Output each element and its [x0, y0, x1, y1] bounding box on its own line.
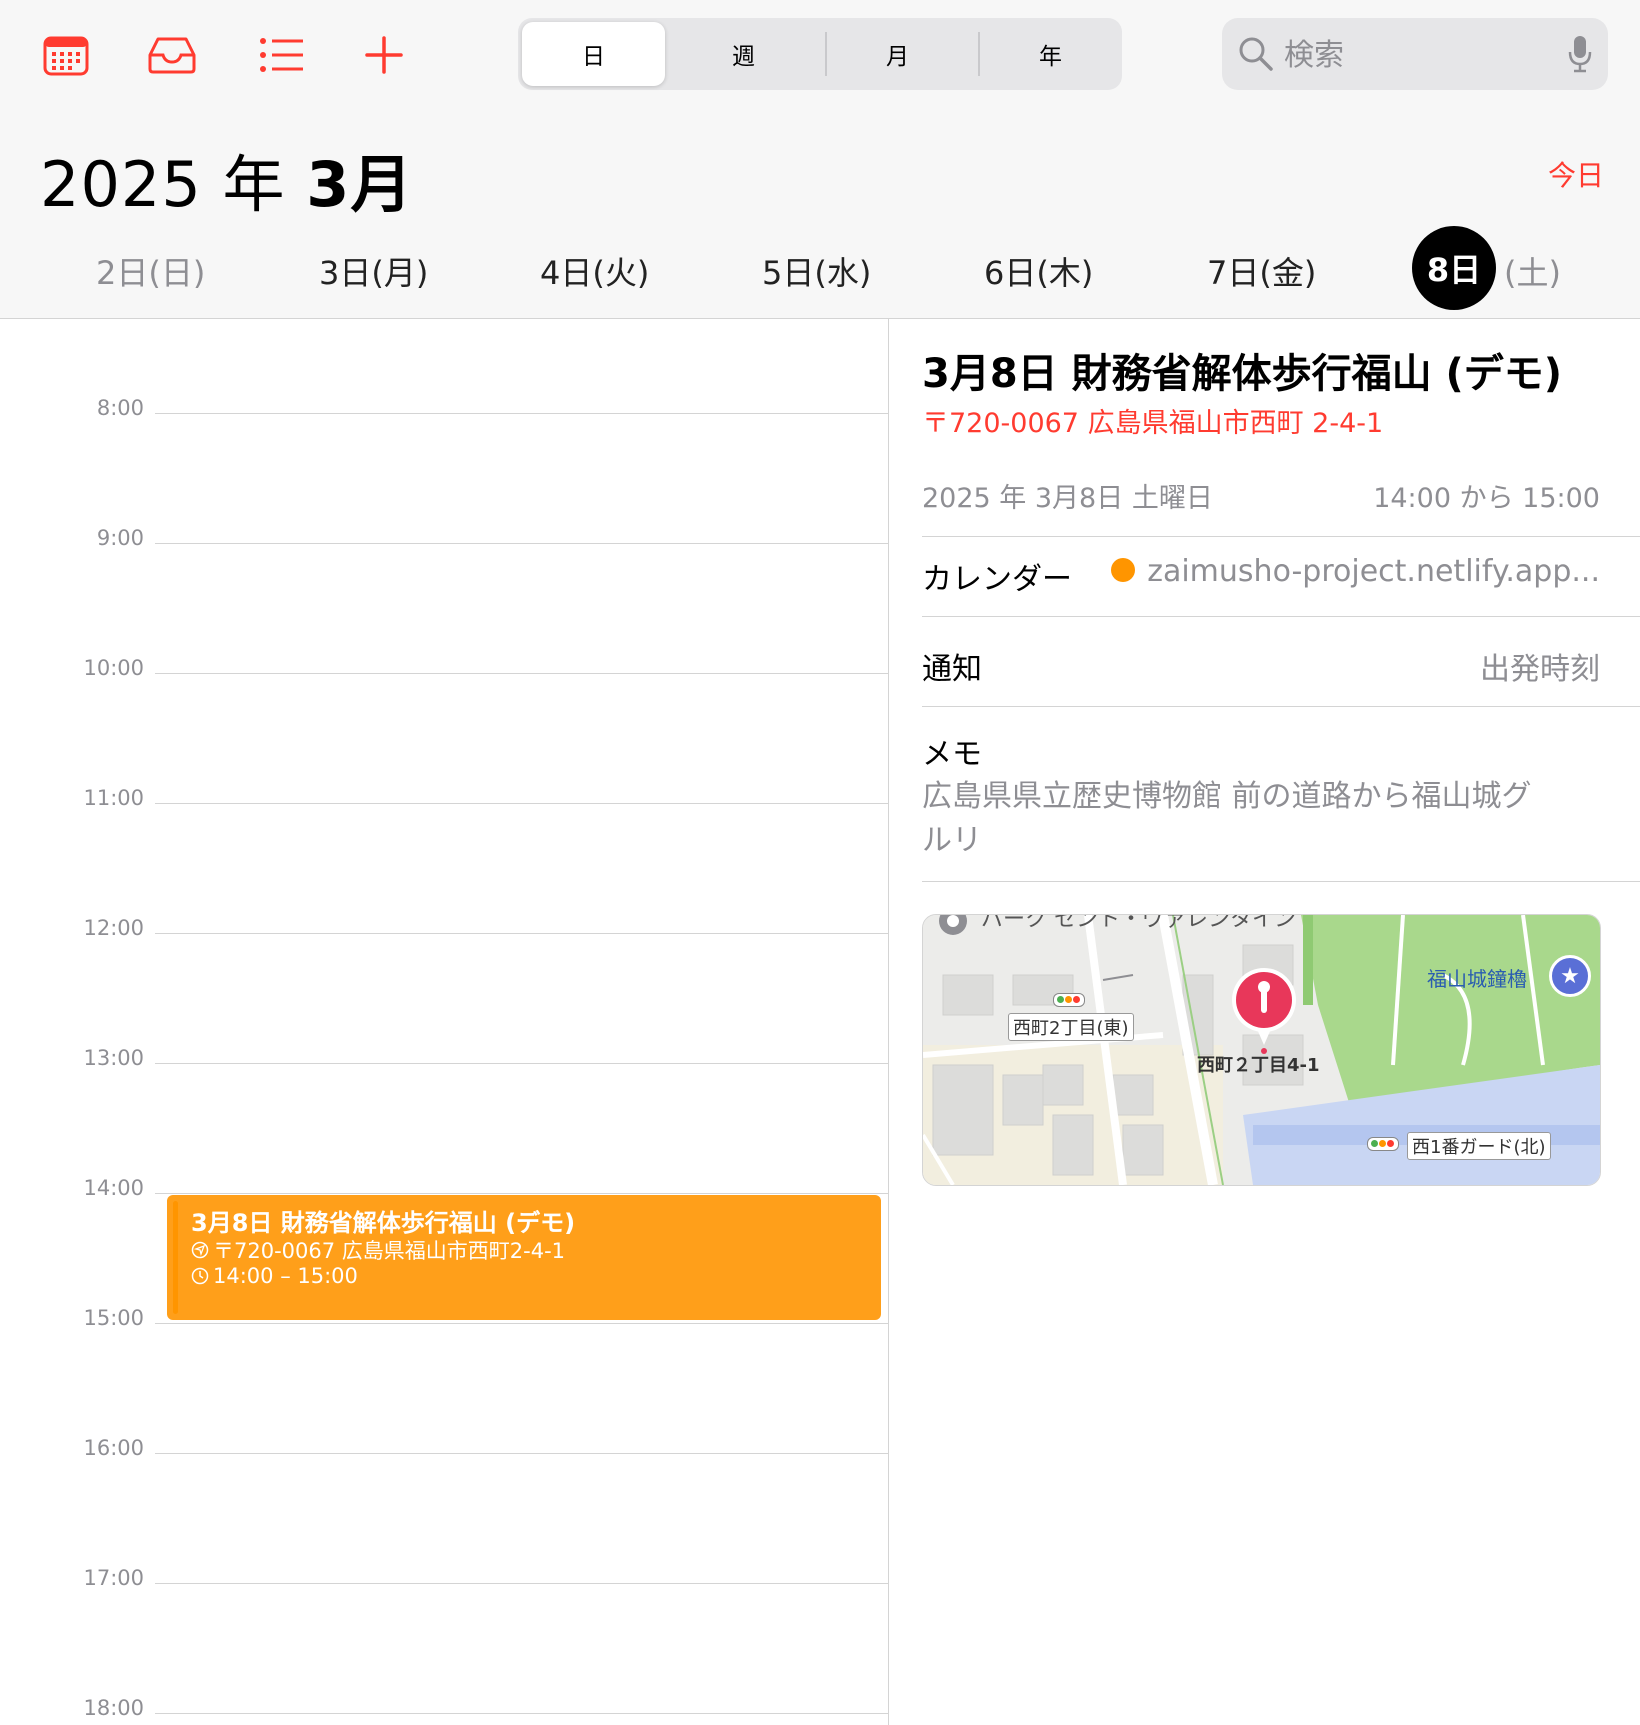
top-bar: 日 週 月 年 2025 年 3月 今日 2日(日) 3日(月) 4日(火) 5…: [0, 0, 1640, 319]
segment-year[interactable]: 年: [979, 22, 1122, 86]
hour-label: 14:00: [83, 1176, 144, 1200]
clock-icon: [191, 1267, 209, 1285]
microphone-icon[interactable]: [1568, 34, 1592, 78]
hour-line: [155, 1453, 888, 1454]
alert-row-value[interactable]: 出発時刻: [1480, 644, 1600, 688]
search-input[interactable]: [1282, 32, 1546, 78]
memo-text: 広島県県立歴史博物館 前の道路から福山城グルリ: [922, 779, 1532, 858]
day-tue[interactable]: 4日(火): [540, 248, 649, 294]
detail-time: 14:00 から 15:00: [1373, 483, 1600, 514]
hour-label: 18:00: [83, 1696, 144, 1720]
hour-line: [155, 543, 888, 544]
event-address: 〒720-0067 広島県福山市西町2-4-1: [213, 1239, 566, 1263]
day-mon[interactable]: 3日(月): [319, 248, 428, 294]
day-wed[interactable]: 5日(水): [762, 248, 871, 294]
calendar-color-dot: [1111, 557, 1136, 582]
event-title: 3月8日 財務省解体歩行福山 (デモ): [191, 1209, 576, 1237]
map-label-park: パーク セント・ヴァレンタイン: [981, 914, 1296, 932]
map-landmark-label: 福山城鐘櫓: [1427, 967, 1527, 991]
hour-line: [155, 673, 888, 674]
month-title: 2025 年 3月: [40, 148, 414, 221]
search-icon: [1238, 36, 1274, 76]
pane-divider: [888, 319, 889, 1725]
detail-address-link[interactable]: 〒720-0067 広島県福山市西町 2-4-1: [922, 401, 1383, 440]
hour-line: [155, 1323, 888, 1324]
hour-line: [155, 803, 888, 804]
separator: [922, 536, 1640, 537]
hour-label: 13:00: [83, 1046, 144, 1070]
add-icon[interactable]: [358, 30, 410, 80]
day-fri[interactable]: 7日(金): [1207, 248, 1316, 294]
bus-stop-icon: [1367, 1137, 1399, 1151]
hour-line: [155, 1063, 888, 1064]
hour-label: 9:00: [96, 526, 144, 550]
day-sun[interactable]: 2日(日): [96, 248, 205, 294]
view-segmented-control: 日 週 月 年: [518, 18, 1122, 90]
hour-label: 11:00: [83, 786, 144, 810]
hour-line: [155, 413, 888, 414]
hour-line: [155, 1193, 888, 1194]
list-icon[interactable]: [256, 30, 308, 80]
day-sat-selected[interactable]: 8日: [1412, 226, 1496, 310]
separator: [922, 881, 1640, 882]
hour-label: 16:00: [83, 1436, 144, 1460]
landmark-star-icon: ★: [1549, 955, 1591, 997]
map-pin-icon: [1229, 965, 1299, 1059]
day-thu[interactable]: 6日(木): [984, 248, 1093, 294]
day-timeline[interactable]: 8:00 9:00 10:00 11:00 12:00 13:00 14:00 …: [0, 319, 888, 1725]
segment-month[interactable]: 月: [826, 22, 969, 86]
event-time-row: 14:00 – 15:00: [191, 1264, 358, 1288]
hour-label: 17:00: [83, 1566, 144, 1590]
inbox-icon[interactable]: [146, 30, 198, 80]
today-button[interactable]: 今日: [1548, 154, 1604, 194]
hour-label: 10:00: [83, 656, 144, 680]
location-map[interactable]: パーク セント・ヴァレンタイン 西町2丁目(東) 西町２丁目4-1 福山城鐘櫓 …: [922, 914, 1601, 1186]
hour-label: 12:00: [83, 916, 144, 940]
segment-week[interactable]: 週: [672, 22, 815, 86]
map-label-bus-stop-1: 西町2丁目(東): [1008, 1013, 1134, 1041]
detail-date: 2025 年 3月8日 土曜日: [922, 483, 1213, 514]
hour-line: [155, 1713, 888, 1714]
calendar-row-label: カレンダー: [922, 562, 1072, 597]
search-field[interactable]: [1222, 18, 1608, 90]
event-location: 〒720-0067 広島県福山市西町2-4-1: [191, 1235, 565, 1265]
event-color-bar: [173, 1201, 178, 1314]
hour-label: 8:00: [96, 396, 144, 420]
memo-label: メモ: [922, 737, 982, 772]
event-block[interactable]: 3月8日 財務省解体歩行福山 (デモ) 〒720-0067 広島県福山市西町2-…: [167, 1195, 881, 1320]
separator: [922, 616, 1640, 617]
event-time: 14:00 – 15:00: [213, 1264, 358, 1288]
hour-line: [155, 1583, 888, 1584]
calendar-row-value[interactable]: zaimusho-project.netlify.app...: [1111, 554, 1600, 589]
map-label-bus-stop-2: 西1番ガード(北): [1407, 1132, 1551, 1160]
separator: [922, 706, 1640, 707]
hour-label: 15:00: [83, 1306, 144, 1330]
segment-day[interactable]: 日: [522, 22, 665, 86]
bus-stop-icon: [1053, 993, 1085, 1007]
map-pin-label: 西町２丁目4-1: [1197, 1055, 1320, 1076]
alert-row-label: 通知: [922, 652, 982, 687]
hour-line: [155, 933, 888, 934]
calendar-icon[interactable]: [40, 30, 92, 80]
day-sat-weekday: (土): [1504, 254, 1561, 292]
detail-title: 3月8日 財務省解体歩行福山 (デモ): [922, 351, 1563, 397]
location-icon: [191, 1241, 209, 1259]
